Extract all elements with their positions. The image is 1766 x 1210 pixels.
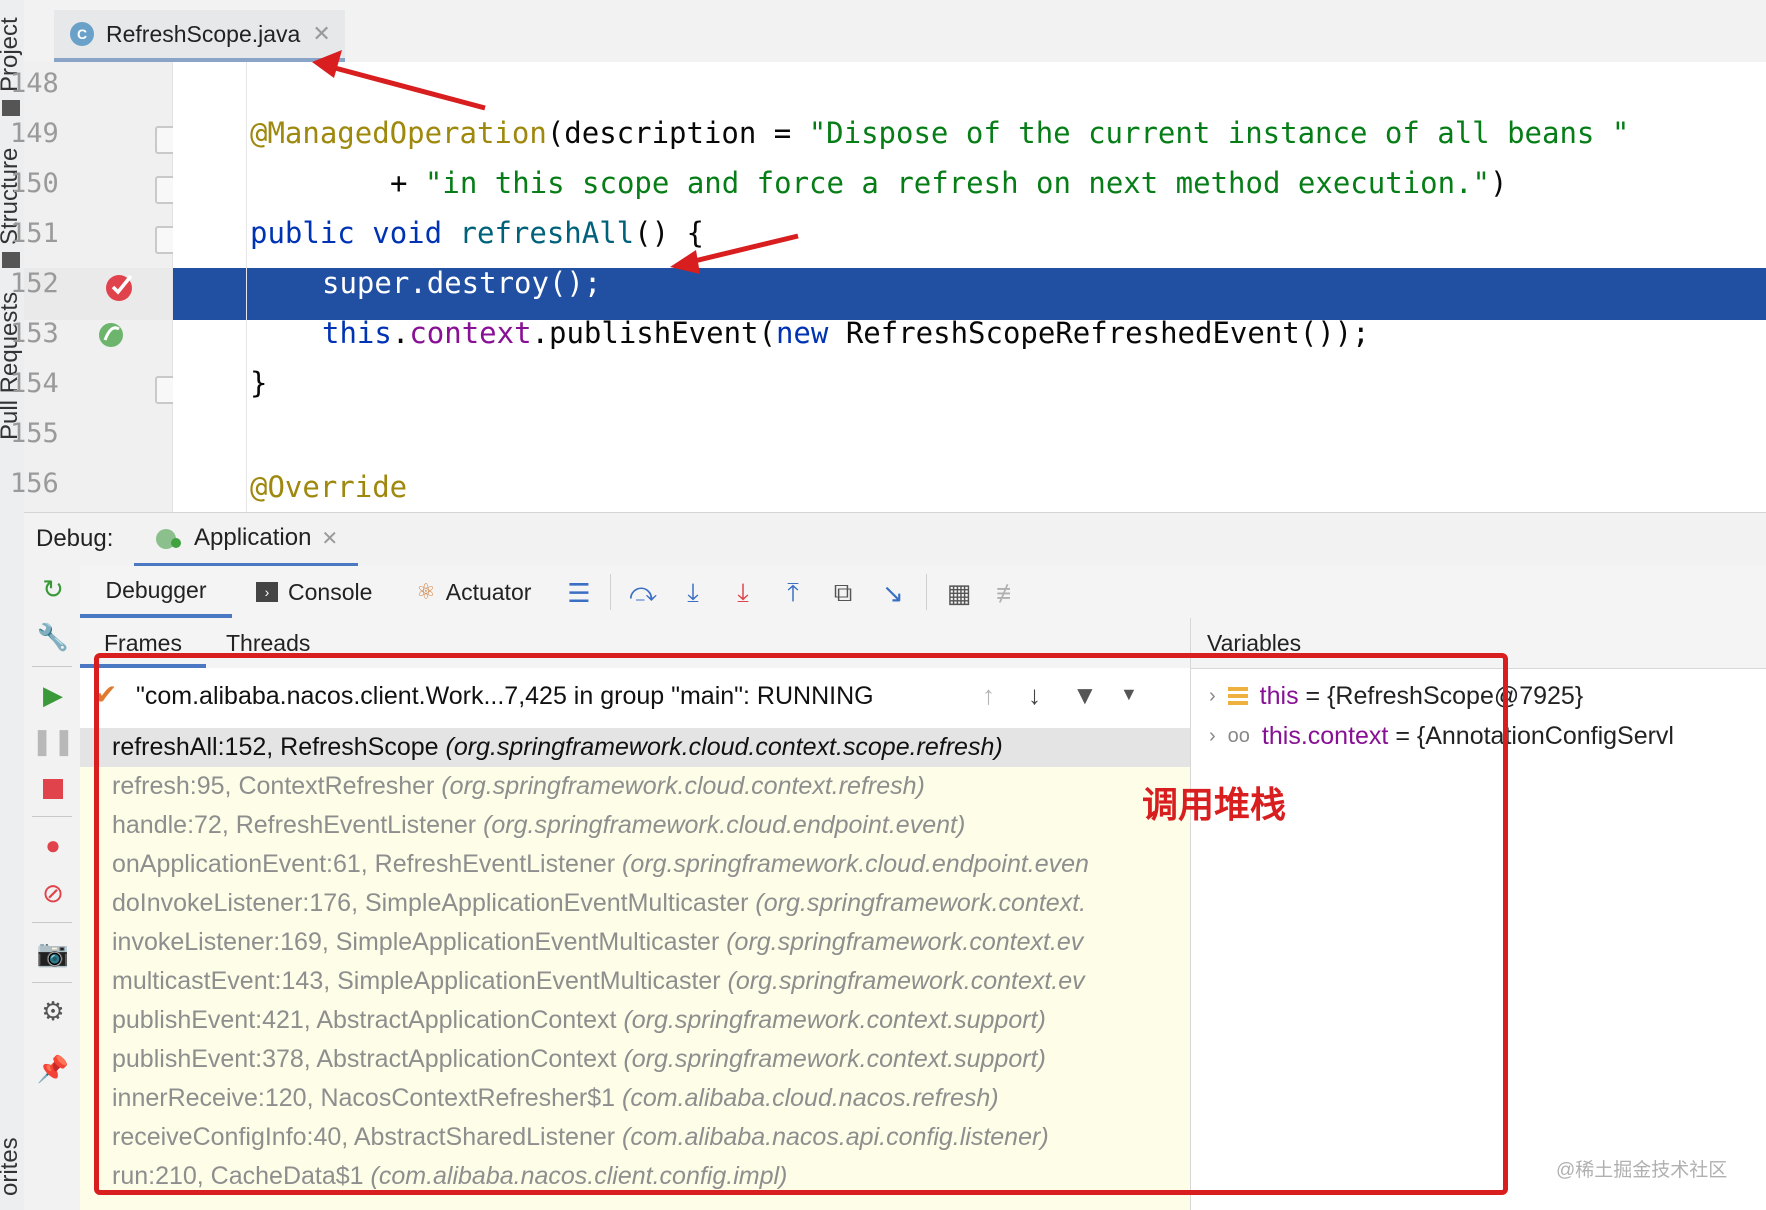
run-to-cursor-icon[interactable]: ↘ — [878, 578, 908, 608]
run-config-tab[interactable]: Application ✕ — [134, 513, 359, 567]
code-line-152: super.destroy(); — [322, 266, 602, 300]
line-number: 151 — [10, 218, 59, 249]
stop-icon[interactable] — [38, 774, 68, 804]
code-line-149: @ManagedOperation(description = "Dispose… — [250, 116, 1630, 150]
code-line-153: this.context.publishEvent(new RefreshSco… — [322, 316, 1370, 350]
code-line-156: @Override — [250, 470, 408, 504]
spring-bean-icon[interactable] — [96, 320, 126, 350]
evaluate-expression-icon[interactable]: ▦ — [944, 578, 974, 608]
line-number: 156 — [10, 468, 59, 499]
code-line-154: } — [250, 366, 268, 400]
step-out-icon[interactable]: ⤒ — [778, 577, 808, 608]
editor-tab-bar: C RefreshScope.java ✕ — [24, 0, 1766, 63]
debug-tool-window-header: Debug: Application ✕ — [24, 512, 1766, 568]
line-number: 152 — [10, 268, 59, 299]
tab-console[interactable]: › Console — [256, 566, 372, 618]
tab-actuator[interactable]: ⚛ Actuator — [416, 566, 531, 618]
debug-side-toolbar: ↻ 🔧 ▶ ❚❚ ● ⊘ 📷 ⚙ 📌 — [24, 566, 81, 1210]
annotation-label: 调用堆栈 — [1142, 784, 1287, 825]
debugger-toolbar: Debugger › Console ⚛ Actuator ☰ ⤼ ⤓ ⤓ ⤒ … — [80, 566, 1766, 619]
wrench-icon[interactable]: 🔧 — [37, 622, 69, 652]
pin-icon[interactable]: 📌 — [37, 1054, 69, 1084]
watermark: @稀土掘金技术社区 — [1556, 1160, 1728, 1181]
camera-icon[interactable]: 📷 — [37, 938, 69, 968]
spring-boot-icon — [156, 529, 181, 549]
code-line-150: + "in this scope and force a refresh on … — [390, 166, 1508, 200]
mute-breakpoints-icon[interactable]: ⊘ — [38, 878, 68, 908]
line-number: 148 — [10, 68, 59, 99]
show-execution-point-icon[interactable]: ☰ — [564, 578, 594, 608]
console-icon: › — [256, 582, 278, 602]
run-config-label: Application — [194, 524, 312, 551]
debug-title: Debug: — [36, 525, 114, 552]
line-number: 155 — [10, 418, 59, 449]
java-class-icon: C — [70, 22, 94, 46]
line-number: 150 — [10, 168, 59, 199]
line-number: 149 — [10, 118, 59, 149]
trace-icon[interactable]: ≢ — [994, 578, 1024, 608]
tab-debugger[interactable]: Debugger — [80, 566, 232, 618]
step-into-icon[interactable]: ⤓ — [678, 577, 708, 608]
code-line-151: public void refreshAll() { — [250, 216, 704, 250]
annotation-arrow — [312, 50, 486, 111]
view-breakpoints-icon[interactable]: ● — [38, 830, 68, 860]
breakpoint-hit-icon[interactable] — [104, 270, 138, 304]
annotation-box — [94, 653, 1508, 1195]
resume-icon[interactable]: ▶ — [38, 680, 68, 710]
line-number: 153 — [10, 318, 59, 349]
editor-tab-label: RefreshScope.java — [106, 20, 301, 47]
pause-icon[interactable]: ❚❚ — [31, 726, 75, 756]
close-icon[interactable]: ✕ — [321, 526, 338, 551]
annotation-arrow — [670, 233, 799, 274]
step-over-icon[interactable]: ⤼ — [628, 577, 658, 608]
settings-icon[interactable]: ⚙ — [38, 996, 68, 1026]
line-number: 154 — [10, 368, 59, 399]
favorites-tool-tab[interactable]: orites — [0, 1137, 24, 1196]
force-step-into-icon[interactable]: ⤓ — [728, 577, 758, 608]
structure-icon — [2, 252, 20, 268]
actuator-icon: ⚛ — [416, 579, 436, 604]
rerun-icon[interactable]: ↻ — [38, 574, 68, 604]
folder-icon — [2, 100, 20, 116]
drop-frame-icon[interactable]: ⧉ — [828, 577, 858, 608]
